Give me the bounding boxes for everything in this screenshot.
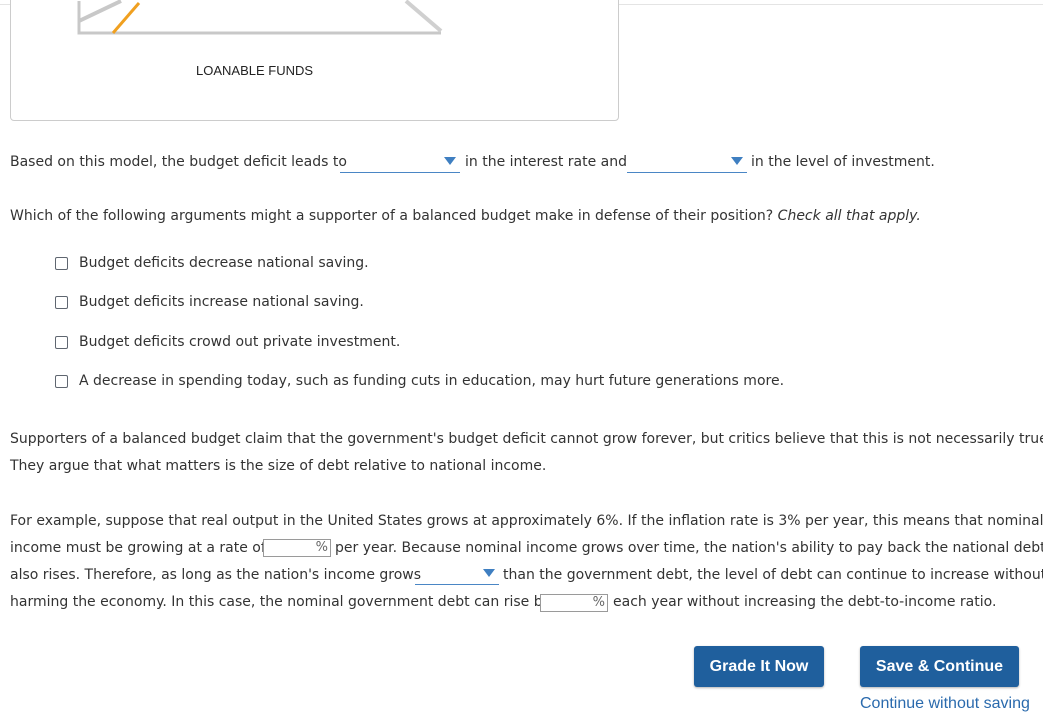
- option-label: Budget deficits increase national saving…: [79, 294, 364, 310]
- chevron-down-icon: [731, 157, 743, 165]
- interest-rate-dropdown[interactable]: [340, 152, 460, 173]
- graph-outline-left: [78, 0, 122, 23]
- continue-without-saving-link[interactable]: Continue without saving: [860, 695, 1030, 713]
- q1-text-part1: Based on this model, the budget deficit …: [10, 154, 347, 170]
- q2-prompt: Which of the following arguments might a…: [10, 208, 921, 224]
- q2-prompt-text: Which of the following arguments might a…: [10, 208, 774, 224]
- checkbox[interactable]: [55, 256, 68, 270]
- save-continue-button[interactable]: Save & Continue: [860, 646, 1019, 687]
- example-line-2a: income must be growing at a rate of: [10, 540, 266, 556]
- option-3[interactable]: Budget deficits crowd out private invest…: [55, 334, 400, 350]
- checkbox[interactable]: [55, 295, 68, 309]
- example-line-1: For example, suppose that real output in…: [10, 513, 1043, 529]
- checkbox[interactable]: [55, 374, 68, 388]
- example-line-3b: than the government debt, the level of d…: [503, 567, 1043, 583]
- critics-line-2: They argue that what matters is the size…: [10, 458, 547, 474]
- graph-outline-right: [404, 0, 443, 33]
- option-label: Budget deficits decrease national saving…: [79, 255, 369, 271]
- checkbox[interactable]: [55, 335, 68, 349]
- critics-line-1: Supporters of a balanced budget claim th…: [10, 431, 1043, 447]
- loanable-funds-graph: [77, 0, 443, 35]
- chevron-down-icon: [483, 569, 495, 577]
- nominal-income-growth-input[interactable]: %: [263, 539, 331, 557]
- x-axis-label: LOANABLE FUNDS: [196, 63, 314, 78]
- example-line-2b: per year. Because nominal income grows o…: [335, 540, 1043, 556]
- orange-curve: [111, 2, 141, 34]
- option-4[interactable]: A decrease in spending today, such as fu…: [55, 373, 784, 389]
- option-label: A decrease in spending today, such as fu…: [79, 373, 785, 389]
- percent-unit: %: [592, 595, 605, 610]
- q2-instruction: Check all that apply.: [777, 208, 921, 224]
- chevron-down-icon: [444, 157, 456, 165]
- q1-text-part2: in the interest rate and: [465, 154, 628, 170]
- q1-text-part3: in the level of investment.: [751, 154, 935, 170]
- option-2[interactable]: Budget deficits increase national saving…: [55, 294, 364, 310]
- example-line-3a: also rises. Therefore, as long as the na…: [10, 567, 422, 583]
- option-1[interactable]: Budget deficits decrease national saving…: [55, 255, 369, 271]
- percent-unit: %: [315, 540, 328, 555]
- graph-panel: LOANABLE FUNDS: [10, 0, 619, 121]
- option-label: Budget deficits crowd out private invest…: [79, 334, 401, 350]
- investment-dropdown[interactable]: [627, 152, 747, 173]
- income-growth-dropdown[interactable]: [415, 564, 499, 585]
- debt-growth-input[interactable]: %: [540, 594, 608, 612]
- example-line-4b: each year without increasing the debt-to…: [613, 594, 997, 610]
- grade-it-now-button[interactable]: Grade It Now: [694, 646, 824, 687]
- example-line-4a: harming the economy. In this case, the n…: [10, 594, 551, 610]
- graph-axes: [77, 1, 441, 35]
